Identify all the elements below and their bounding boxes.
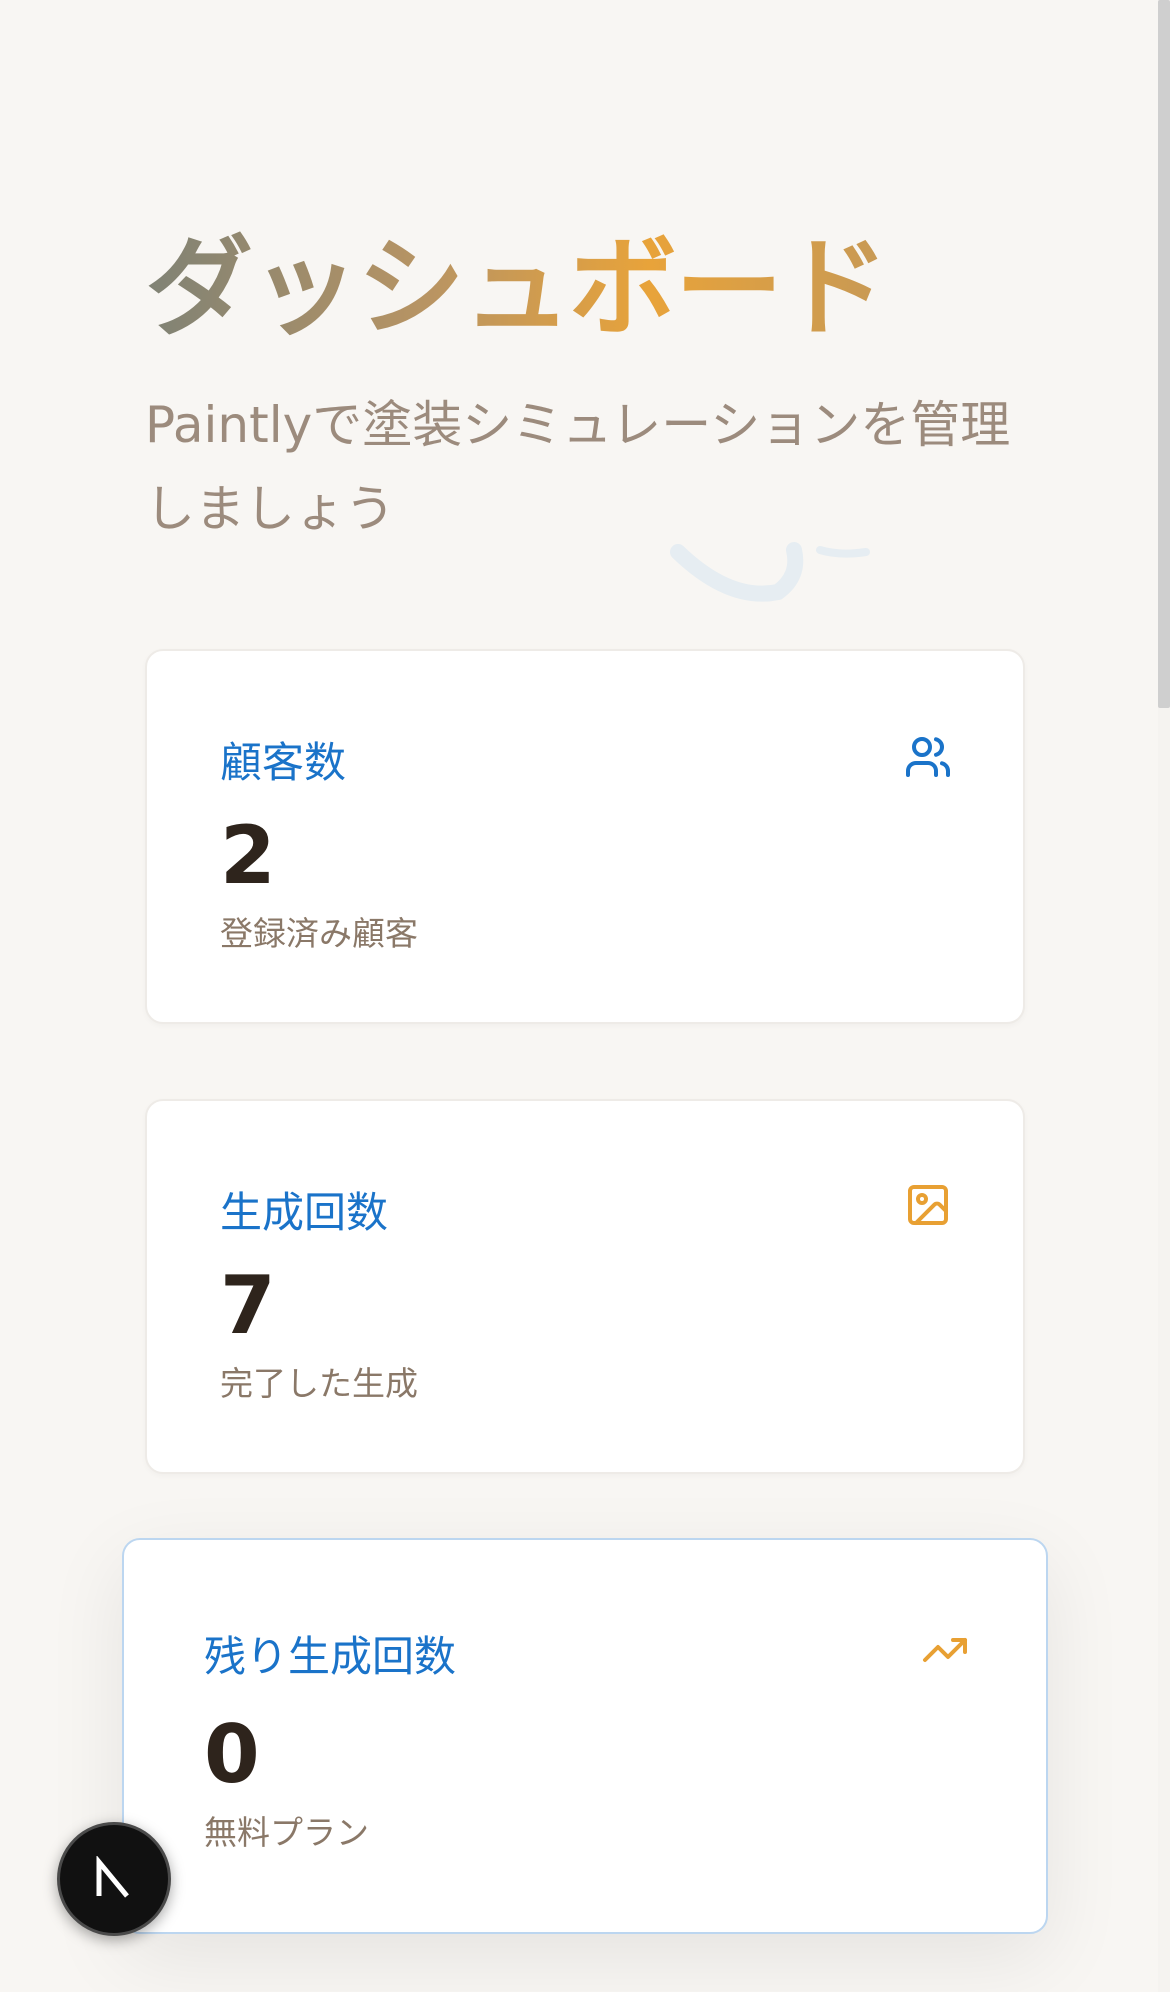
card-title: 顧客数	[220, 738, 347, 787]
stat-card-generations: 生成回数 7 完了した生成	[145, 1099, 1025, 1474]
nextjs-n-icon	[96, 1856, 130, 1898]
card-title: 残り生成回数	[204, 1632, 457, 1681]
page-title: ダッシュボード	[145, 224, 889, 354]
decorative-swirl	[670, 542, 870, 602]
card-caption: 無料プラン	[204, 1813, 369, 1852]
page-subtitle: Paintlyで塗装シミュレーションを管理しましょう	[145, 396, 1011, 538]
stat-card-customers: 顧客数 2 登録済み顧客	[145, 649, 1025, 1024]
nextjs-dev-badge[interactable]	[57, 1822, 171, 1936]
image-icon	[908, 1185, 948, 1225]
users-icon	[906, 737, 950, 777]
card-value: 0	[204, 1708, 260, 1801]
card-title: 生成回数	[220, 1188, 389, 1237]
scrollbar-track[interactable]	[1158, 0, 1170, 1992]
card-caption: 完了した生成	[220, 1364, 418, 1403]
card-value: 7	[220, 1259, 276, 1352]
stat-card-remaining: 残り生成回数 0 無料プラン	[122, 1538, 1048, 1934]
card-caption: 登録済み顧客	[220, 914, 418, 953]
scrollbar-thumb[interactable]	[1158, 0, 1170, 708]
card-value: 2	[220, 809, 276, 902]
trending-up-icon	[923, 1638, 967, 1662]
